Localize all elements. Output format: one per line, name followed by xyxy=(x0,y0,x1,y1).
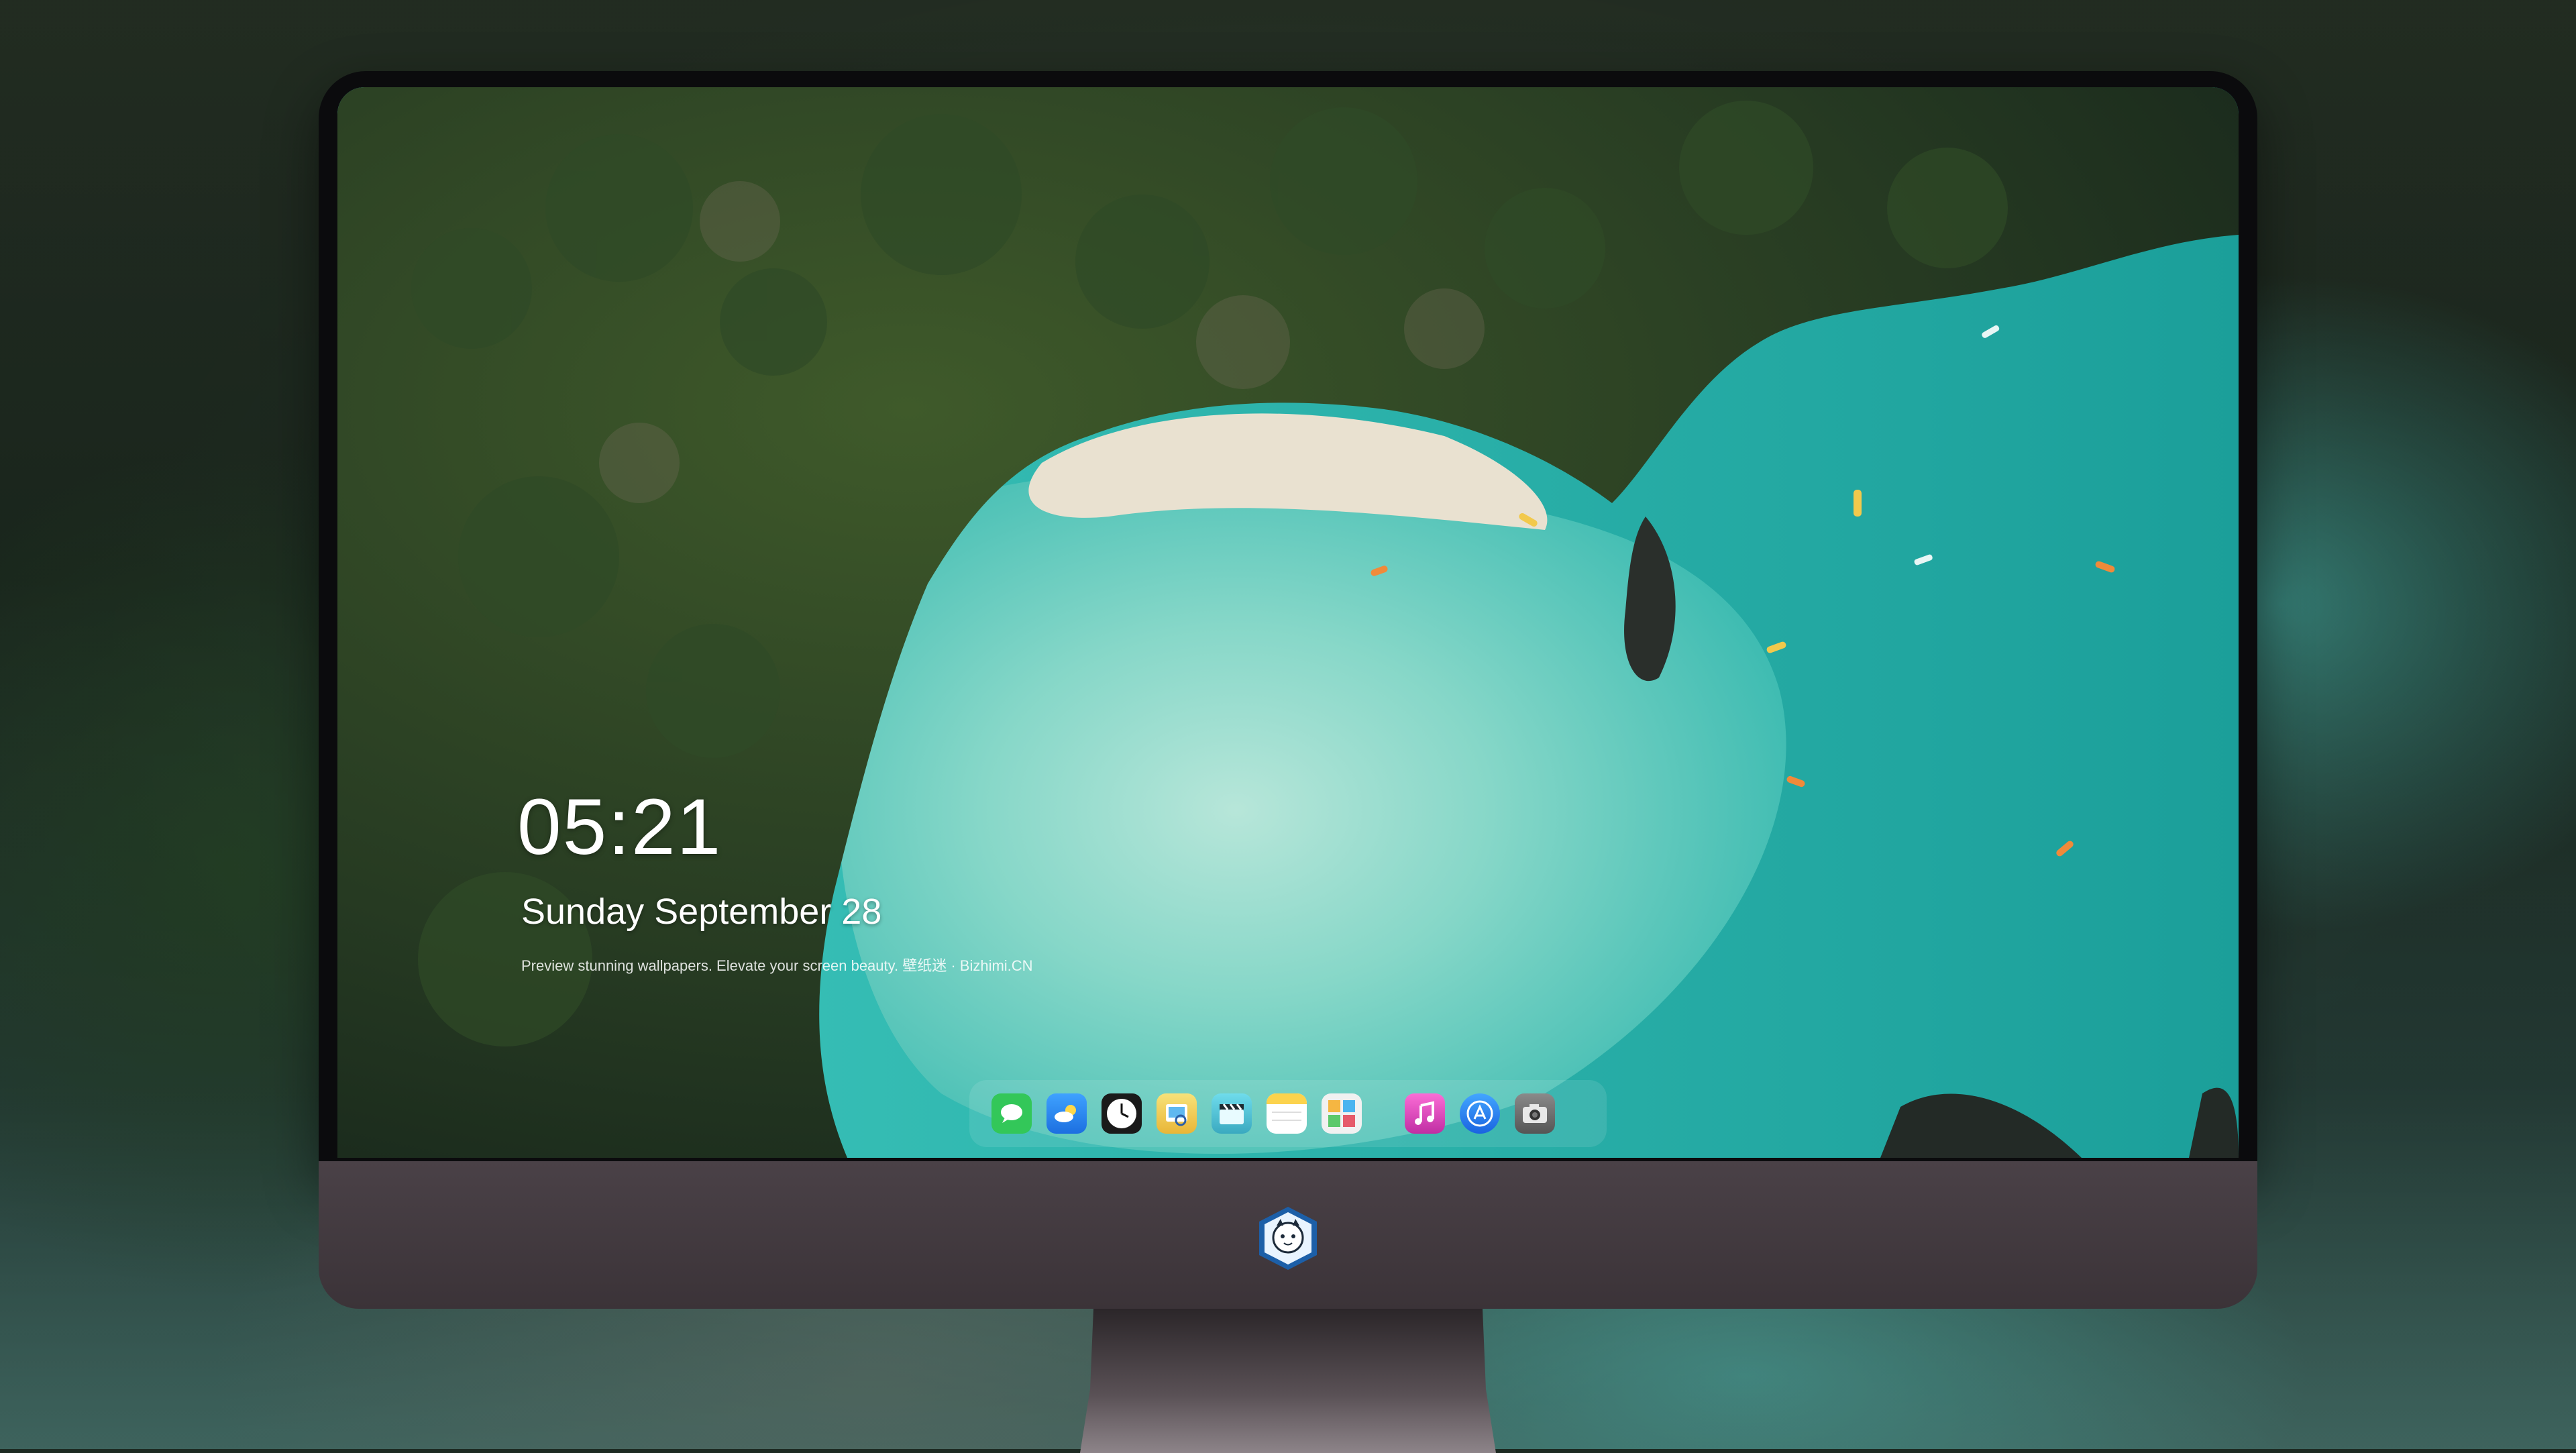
monitor-chin xyxy=(319,1161,2257,1309)
clock-icon[interactable] xyxy=(1102,1093,1142,1134)
app-store-icon[interactable] xyxy=(1460,1093,1500,1134)
photo-browser-icon[interactable] xyxy=(1322,1093,1362,1134)
dock-separator xyxy=(1383,1093,1384,1134)
claquette-icon[interactable] xyxy=(1212,1093,1252,1134)
monitor-stand xyxy=(1080,1309,1496,1453)
weather-icon[interactable] xyxy=(1046,1093,1087,1134)
music-icon[interactable] xyxy=(1405,1093,1445,1134)
lockscreen-time: 05:21 xyxy=(517,783,722,871)
screen: 05:21 Sunday September 28 Preview stunni… xyxy=(337,87,2239,1158)
brand-logo-icon xyxy=(1259,1207,1317,1270)
messages-icon[interactable] xyxy=(991,1093,1032,1134)
wallpaper-image xyxy=(337,87,2239,1158)
dock xyxy=(969,1080,1607,1147)
imac-monitor: 05:21 Sunday September 28 Preview stunni… xyxy=(319,71,2257,1453)
notes-icon[interactable] xyxy=(1267,1093,1307,1134)
wallpaper-caption: Preview stunning wallpapers. Elevate you… xyxy=(521,957,1033,974)
preview-icon[interactable] xyxy=(1157,1093,1197,1134)
lockscreen-date: Sunday September 28 xyxy=(521,892,882,932)
camera-icon[interactable] xyxy=(1515,1093,1555,1134)
